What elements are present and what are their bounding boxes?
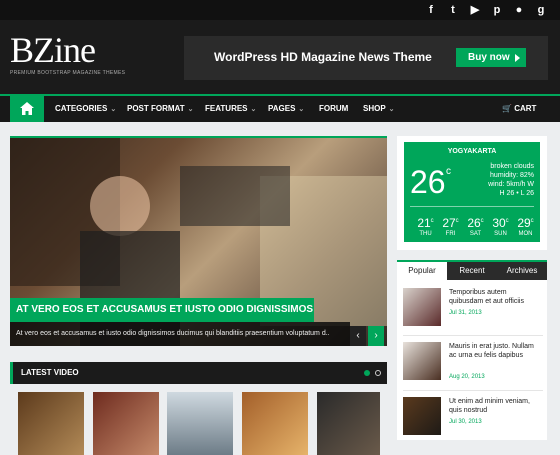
next-arrow-button[interactable]: › <box>368 326 384 346</box>
home-button[interactable] <box>10 96 44 122</box>
nav-item-categories[interactable]: CATEGORIES ⌄ <box>55 104 116 113</box>
post-date: Aug 20, 2013 <box>449 374 485 380</box>
weather-divider <box>410 206 534 207</box>
video-thumbnail[interactable] <box>167 392 233 455</box>
forecast-day: 21c THU <box>417 216 434 237</box>
post-date: Jul 31, 2013 <box>449 310 482 316</box>
nav-item-pages[interactable]: PAGES ⌄ <box>268 104 304 113</box>
weather-unit: c <box>446 166 451 177</box>
latest-video-title: LATEST VIDEO <box>21 368 79 377</box>
video-thumbnail[interactable] <box>93 392 159 455</box>
weather-temp: 26 <box>410 164 446 200</box>
video-thumbnail[interactable] <box>18 392 84 455</box>
nav-item-post-format[interactable]: POST FORMAT ⌄ <box>127 104 194 113</box>
list-item[interactable]: Ut enim ad minim veniam, quis nostrud Ju… <box>403 397 543 441</box>
post-title[interactable]: Temporibus autem quibusdam et aut offici… <box>449 288 541 306</box>
banner-text: WordPress HD Magazine News Theme <box>214 50 432 64</box>
forecast-day: 26c SAT <box>467 216 484 237</box>
cart-icon: 🛒 <box>502 104 512 113</box>
weather-forecast: 21c THU 27c FRI 26c SAT 30c SUN 29c MON <box>416 216 535 237</box>
site-header: BZine PREMIUM BOOTSTRAP MAGAZINE THEMES … <box>0 20 560 94</box>
prev-arrow-button[interactable]: ‹ <box>350 326 366 346</box>
header-banner[interactable]: WordPress HD Magazine News Theme Buy now <box>184 36 548 80</box>
chevron-down-icon: ⌄ <box>110 106 117 113</box>
post-thumbnail[interactable] <box>403 288 441 326</box>
post-thumbnail[interactable] <box>403 397 441 435</box>
weather-widget: YOGYAKARTA 26 c broken clouds humidity: … <box>404 142 540 242</box>
sidebar-tabs: Popular Recent Archives <box>397 260 547 280</box>
latest-video-header: LATEST VIDEO <box>10 362 387 384</box>
post-thumbnail[interactable] <box>403 342 441 380</box>
forecast-day: 29c MON <box>517 216 534 237</box>
slider-dot[interactable] <box>375 370 381 376</box>
nav-item-shop[interactable]: SHOP ⌄ <box>363 104 395 113</box>
tab-popular[interactable]: Popular <box>397 262 447 280</box>
divider <box>403 390 543 391</box>
twitter-icon[interactable]: t <box>446 3 460 17</box>
divider <box>403 335 543 336</box>
post-date: Jul 30, 2013 <box>449 419 482 425</box>
video-thumbnail[interactable] <box>317 392 380 455</box>
site-tagline: PREMIUM BOOTSTRAP MAGAZINE THEMES <box>10 70 126 76</box>
tab-archives[interactable]: Archives <box>497 262 547 280</box>
chevron-down-icon: ⌄ <box>388 106 395 113</box>
nav-item-forum[interactable]: FORUM <box>319 104 348 113</box>
post-title[interactable]: Ut enim ad minim veniam, quis nostrud <box>449 397 541 415</box>
site-logo[interactable]: BZine <box>10 32 96 68</box>
flickr-icon[interactable]: ● <box>512 3 526 17</box>
social-icons: f t ▶ p ● g <box>424 3 548 17</box>
slider-dot-active[interactable] <box>364 370 370 376</box>
forecast-day: 27c FRI <box>442 216 459 237</box>
chevron-down-icon: ⌄ <box>187 106 194 113</box>
chevron-down-icon: ⌄ <box>250 106 257 113</box>
nav-item-features[interactable]: FEATURES ⌄ <box>205 104 256 113</box>
chevron-down-icon: ⌄ <box>298 106 305 113</box>
top-bar: f t ▶ p ● g <box>0 0 560 20</box>
youtube-icon[interactable]: ▶ <box>468 3 482 17</box>
pinterest-icon[interactable]: p <box>490 3 504 17</box>
post-title[interactable]: Mauris in erat justo. Nullam ac urna eu … <box>449 342 541 360</box>
hero-excerpt: At vero eos et accusamus et iusto odio d… <box>10 322 350 346</box>
forecast-day: 30c SUN <box>492 216 509 237</box>
hero-accent-bar <box>10 136 387 138</box>
home-icon <box>20 102 34 115</box>
list-item[interactable]: Temporibus autem quibusdam et aut offici… <box>403 288 543 332</box>
google-plus-icon[interactable]: g <box>534 3 548 17</box>
list-item[interactable]: Mauris in erat justo. Nullam ac urna eu … <box>403 342 543 386</box>
weather-city: YOGYAKARTA <box>447 148 497 155</box>
main-nav: CATEGORIES ⌄ POST FORMAT ⌄ FEATURES ⌄ PAGES… <box>0 94 560 122</box>
hero-title[interactable]: AT VERO EOS ET ACCUSAMUS ET IUSTO ODIO D… <box>10 298 314 322</box>
cart-link[interactable]: 🛒 CART <box>502 104 536 113</box>
weather-details: broken clouds humidity: 82% wind: 5km/h … <box>488 163 534 197</box>
buy-now-button[interactable]: Buy now <box>456 48 526 67</box>
popular-posts-list: Temporibus autem quibusdam et aut offici… <box>397 280 547 440</box>
tab-recent[interactable]: Recent <box>447 262 497 280</box>
facebook-icon[interactable]: f <box>424 3 438 17</box>
video-thumbnail[interactable] <box>242 392 308 455</box>
